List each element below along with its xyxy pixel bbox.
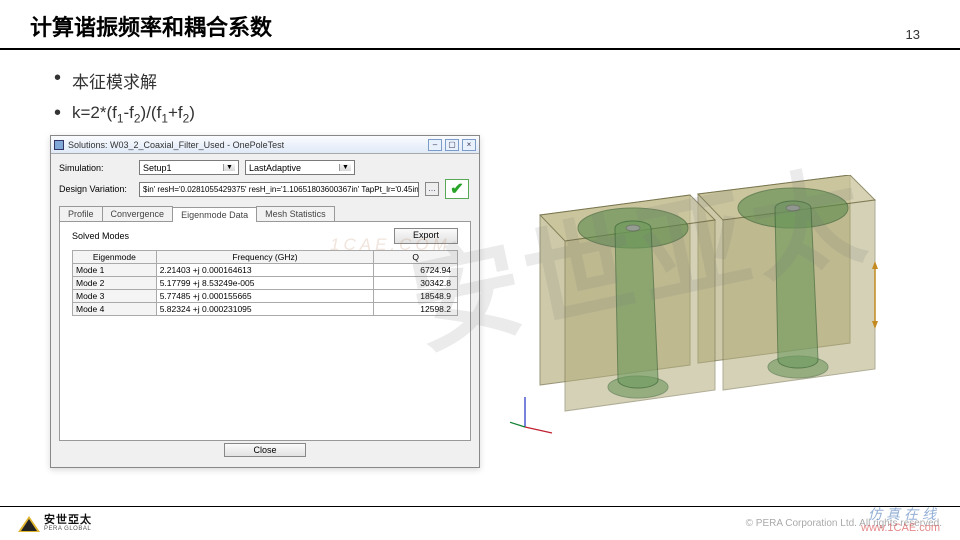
maximize-button[interactable]: ▢ — [445, 139, 459, 151]
dialog-titlebar[interactable]: Solutions: W03_2_Coaxial_Filter_Used - O… — [51, 136, 479, 154]
table-row[interactable]: Mode 2 5.17799 +j 8.53249e-005 30342.8 — [73, 277, 458, 290]
close-button[interactable]: Close — [224, 443, 305, 457]
logo-text-en: PERA GLOBAL — [44, 526, 92, 532]
table-row[interactable]: Mode 1 2.21403 +j 0.000164613 6724.94 — [73, 264, 458, 277]
table-col-q[interactable]: Q — [374, 251, 458, 264]
page-number: 13 — [906, 27, 920, 42]
bullet-list: 本征模求解 k=2*(f1-f2)/(f1+f2) — [50, 68, 910, 125]
tab-convergence[interactable]: Convergence — [102, 206, 174, 221]
solutions-dialog: Solutions: W03_2_Coaxial_Filter_Used - O… — [50, 135, 480, 468]
tab-profile[interactable]: Profile — [59, 206, 103, 221]
simulation-combo[interactable]: Setup1▼ — [139, 160, 239, 175]
dialog-title: Solutions: W03_2_Coaxial_Filter_Used - O… — [68, 140, 428, 150]
table-row[interactable]: Mode 3 5.77485 +j 0.000155665 18548.9 — [73, 290, 458, 303]
table-col-eigenmode[interactable]: Eigenmode — [73, 251, 157, 264]
footer: 安世亞太 PERA GLOBAL © PERA Corporation Ltd.… — [0, 506, 960, 540]
cavity-3d-model — [510, 175, 880, 435]
tab-eigenmode-data[interactable]: Eigenmode Data — [172, 207, 257, 222]
dialog-tabs: Profile Convergence Eigenmode Data Mesh … — [59, 203, 471, 221]
close-window-button[interactable]: × — [462, 139, 476, 151]
tab-mesh-statistics[interactable]: Mesh Statistics — [256, 206, 335, 221]
chevron-down-icon: ▼ — [339, 164, 351, 171]
apply-checkmark-button[interactable]: ✔ — [445, 179, 469, 199]
solved-modes-label: Solved Modes — [72, 231, 129, 241]
bullet-item-0: 本征模求解 — [50, 68, 910, 93]
table-row[interactable]: Mode 4 5.82324 +j 0.000231095 12598.2 — [73, 303, 458, 316]
eigenmode-table: Eigenmode Frequency (GHz) Q Mode 1 2.214… — [72, 250, 458, 316]
watermark-right: 仿真在线 www.1CAE.com — [861, 507, 940, 534]
design-variation-label: Design Variation: — [59, 184, 133, 194]
chevron-down-icon: ▼ — [223, 164, 235, 171]
adaptive-combo[interactable]: LastAdaptive▼ — [245, 160, 355, 175]
logo-triangle-icon — [18, 516, 40, 532]
content-area: 本征模求解 k=2*(f1-f2)/(f1+f2) Solutions: W03… — [0, 50, 960, 468]
bullet-item-1: k=2*(f1-f2)/(f1+f2) — [50, 103, 910, 125]
eigenmode-panel: Solved Modes Export Eigenmode Frequency … — [59, 221, 471, 441]
design-variation-browse-button[interactable]: … — [425, 182, 439, 196]
pera-logo: 安世亞太 PERA GLOBAL — [18, 515, 92, 532]
design-variation-field[interactable]: $in' resH='0.0281055429375' resH_in='1.1… — [139, 182, 419, 197]
export-button[interactable]: Export — [394, 228, 458, 244]
window-icon — [54, 140, 64, 150]
logo-text-cn: 安世亞太 — [44, 515, 92, 526]
slide-title: 计算谐振频率和耦合系数 — [30, 10, 272, 42]
slide-header: 计算谐振频率和耦合系数 13 — [0, 0, 960, 50]
minimize-button[interactable]: – — [428, 139, 442, 151]
simulation-label: Simulation: — [59, 163, 133, 173]
table-col-frequency[interactable]: Frequency (GHz) — [156, 251, 374, 264]
